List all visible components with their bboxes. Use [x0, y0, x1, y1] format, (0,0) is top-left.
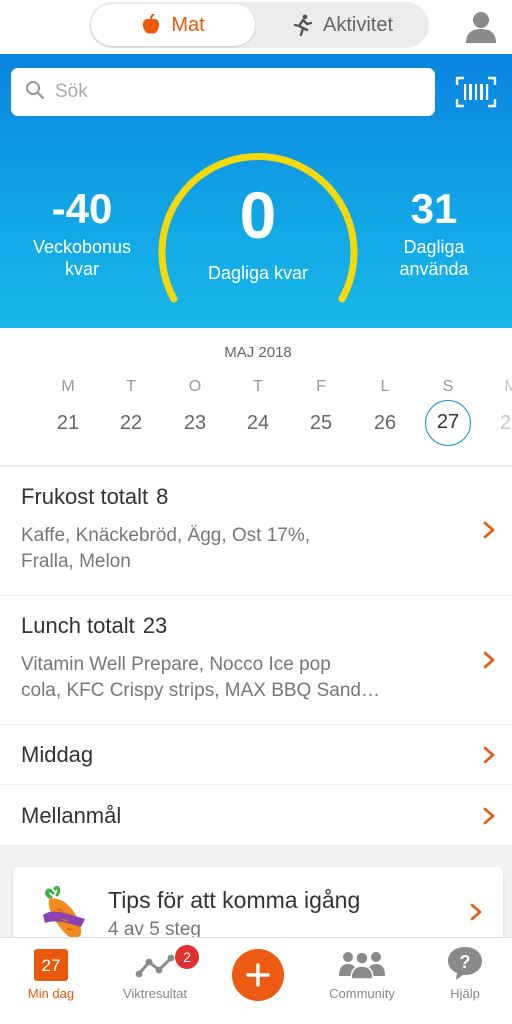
weekly-bonus-label-1: Veckobonus	[32, 237, 132, 257]
meal-desc-line-2: Fralla, Melon	[21, 551, 131, 572]
calendar-icon: 27	[34, 949, 68, 981]
chevron-right-icon	[483, 521, 495, 539]
add-button[interactable]	[232, 949, 284, 1001]
meal-snack[interactable]: Mellanmål	[0, 785, 512, 846]
nav-weight-results[interactable]: 2 Viktresultat	[105, 938, 205, 1008]
week-calendar: MAJ 2018 M 21 T 22 O 23 T 24 F 25 L 26 S…	[0, 328, 512, 466]
plus-icon	[246, 963, 270, 987]
tips-title: Tips för att komma igång	[108, 887, 361, 913]
daily-used-label-2: använda	[399, 259, 469, 279]
weekday-letter: S	[442, 378, 454, 395]
apple-icon	[141, 14, 161, 36]
meal-title-text: Frukost totalt	[21, 484, 149, 509]
daily-used-stat: 31 Dagliga använda	[372, 186, 496, 280]
barcode-scan-icon[interactable]	[455, 76, 497, 108]
daily-used-label-1: Dagliga	[403, 237, 465, 257]
day-number: 24	[246, 412, 270, 434]
food-activity-switch: Mat Aktivitet	[89, 2, 429, 48]
day-number: 22	[119, 412, 143, 434]
weekday-letter: L	[380, 378, 390, 395]
chevron-right-icon	[483, 651, 495, 669]
calendar-month: MAJ 2018	[224, 344, 292, 361]
top-bar: Mat Aktivitet	[0, 0, 512, 54]
notification-badge: 2	[175, 945, 199, 969]
chevron-right-icon	[483, 746, 495, 764]
day-number: 21	[56, 412, 80, 434]
weekday-letter: F	[316, 378, 326, 395]
nav-community-label: Community	[329, 986, 395, 1001]
meal-title-text: Mellanmål	[21, 803, 122, 828]
chevron-right-icon	[483, 807, 495, 825]
meal-desc-line-2: cola, KFC Crispy strips, MAX BBQ Sand…	[21, 680, 380, 701]
meal-total: 23	[142, 613, 168, 638]
weight-chart-icon	[135, 954, 175, 978]
weekly-bonus-stat: -40 Veckobonus kvar	[20, 186, 144, 280]
meal-desc-line-1: Vitamin Well Prepare, Nocco Ice pop	[21, 654, 331, 675]
daily-remaining-label: Dagliga kvar	[207, 263, 309, 283]
meal-total: 8	[156, 484, 169, 509]
day-number: 27	[425, 400, 471, 446]
nav-my-day[interactable]: 27 Min dag	[1, 938, 101, 1008]
community-icon	[339, 951, 385, 980]
daily-remaining-value: 0	[239, 178, 277, 252]
calendar-icon-date: 27	[41, 956, 61, 975]
weekly-bonus-label-2: kvar	[64, 259, 99, 279]
search-input[interactable]	[55, 81, 415, 103]
profile-icon[interactable]	[464, 9, 498, 43]
weekly-bonus-value: -40	[51, 185, 113, 232]
meal-title: Mellanmål	[21, 803, 121, 829]
meal-lunch[interactable]: Lunch totalt 23 Vitamin Well Prepare, Noc…	[0, 596, 512, 725]
day-number: 28	[499, 412, 512, 434]
day-number: 23	[183, 412, 207, 434]
meal-title-text: Lunch totalt	[21, 613, 135, 638]
day-number: 26	[373, 412, 397, 434]
weekday-letter: T	[253, 378, 263, 395]
meal-title: Frukost totalt 8	[21, 484, 168, 510]
meal-title: Middag	[21, 742, 93, 768]
nav-my-day-label: Min dag	[27, 986, 75, 1001]
chevron-right-icon	[470, 903, 482, 921]
nav-community[interactable]: Community	[312, 938, 412, 1008]
nav-help[interactable]: ? Hjälp	[415, 938, 512, 1008]
tab-mat-label: Mat	[171, 13, 205, 36]
day-number: 25	[309, 412, 333, 434]
weekday-letter: M	[488, 378, 512, 396]
carrot-icon	[43, 885, 85, 939]
weekday-letter: O	[188, 378, 202, 395]
tab-aktivitet-label: Aktivitet	[322, 13, 394, 36]
search-icon	[25, 80, 45, 105]
bottom-navigation: 27 Min dag 2 Viktresultat Community ? Hj…	[0, 937, 512, 1024]
help-bubble-icon: ?	[448, 947, 482, 980]
weekday-letter: T	[126, 378, 136, 395]
daily-used-value: 31	[410, 185, 458, 232]
tab-mat[interactable]: Mat	[91, 4, 255, 46]
svg-text:?: ?	[460, 952, 471, 972]
nav-help-label: Hjälp	[450, 986, 480, 1001]
meal-title-text: Middag	[21, 742, 94, 767]
tab-aktivitet[interactable]: Aktivitet	[257, 4, 427, 46]
meal-dinner[interactable]: Middag	[0, 725, 512, 785]
nav-weight-results-label: Viktresultat	[122, 986, 188, 1001]
search-bar[interactable]	[11, 68, 435, 116]
meal-title: Lunch totalt 23	[21, 613, 167, 639]
weekday-letter: M	[61, 378, 75, 395]
daily-summary-panel: -40 Veckobonus kvar 0 Dagliga kvar 31 Da…	[0, 54, 512, 328]
runner-icon	[291, 14, 313, 36]
meal-desc-line-1: Kaffe, Knäckebröd, Ägg, Ost 17%,	[21, 525, 311, 546]
meal-breakfast[interactable]: Frukost totalt 8 Kaffe, Knäckebröd, Ägg, …	[0, 467, 512, 596]
